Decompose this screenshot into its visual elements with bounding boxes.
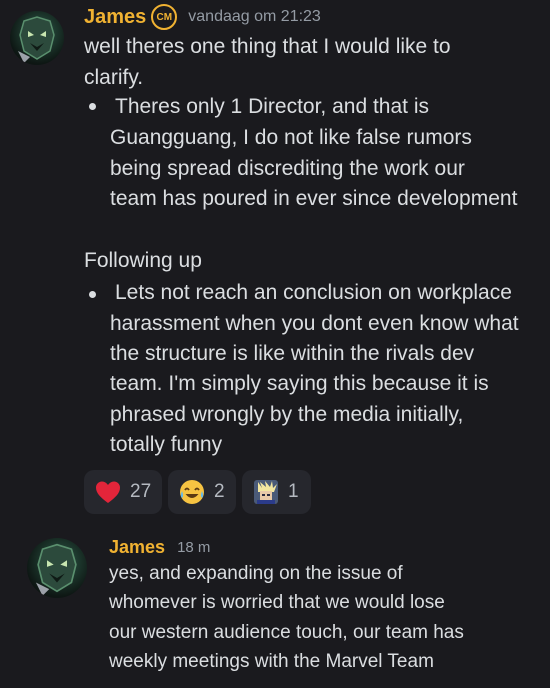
reaction-count: 1 [288, 481, 299, 502]
cm-badge-icon: CM [151, 4, 178, 30]
avatar[interactable] [27, 538, 87, 598]
username[interactable]: James [84, 6, 146, 29]
timestamp: 18 m [177, 538, 211, 556]
reaction-heart[interactable]: 27 [84, 470, 162, 514]
avatar-icon [18, 16, 55, 63]
message-text-line: totally funny [110, 433, 223, 456]
bullet-point [89, 291, 96, 298]
message-text-line: Lets not reach an conclusion on workplac… [115, 281, 512, 304]
reactions-bar: 27 2 1 [84, 470, 311, 514]
reaction-count: 2 [214, 481, 225, 502]
joy-emoji-icon [178, 478, 206, 506]
custom-character-emoji-icon [252, 478, 280, 506]
username[interactable]: James [109, 537, 165, 558]
avatar-icon [35, 543, 77, 596]
message-text-line: team. I'm simply saying this because it … [110, 372, 489, 395]
message-text-line: Theres only 1 Director, and that is [115, 95, 429, 118]
reaction-joy[interactable]: 2 [168, 470, 236, 514]
timestamp: vandaag om 21:23 [188, 8, 321, 25]
message-text-line: team has poured in ever since developmen… [110, 187, 518, 210]
avatar[interactable] [10, 11, 64, 65]
message-text-line: yes, and expanding on the issue of [109, 563, 403, 584]
message-text-line: Guangguang, I do not like false rumors [110, 126, 472, 149]
message-text-line: harassment when you dont even know what [110, 312, 519, 335]
message-text-line: Following up [84, 249, 202, 272]
message-text-line: phrased wrongly by the media initially, [110, 403, 464, 426]
message-text-line: our western audience touch, our team has [109, 622, 464, 643]
message-text-line: weekly meetings with the Marvel Team [109, 651, 434, 672]
reaction-custom[interactable]: 1 [242, 470, 311, 514]
message-text-line: being spread discrediting the work our [110, 157, 465, 180]
message-text-line: clarify. [84, 66, 144, 89]
message-text-line: the structure is like within the rivals … [110, 342, 475, 365]
heart-emoji-icon [94, 478, 122, 506]
reaction-count: 27 [130, 481, 152, 502]
message-text-line: well theres one thing that I would like … [84, 35, 451, 58]
chat-view: James CM vandaag om 21:23 well theres on… [0, 0, 550, 688]
message-text-line: whomever is worried that we would lose [109, 592, 445, 613]
bullet-point [89, 103, 96, 110]
